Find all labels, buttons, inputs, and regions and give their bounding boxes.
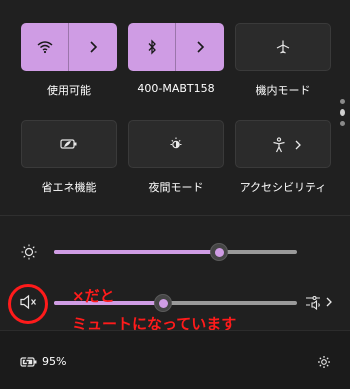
chevron-right-icon [295, 140, 301, 150]
bluetooth-expand[interactable] [176, 23, 224, 71]
wifi-toggle[interactable] [21, 23, 69, 71]
wifi-icon [37, 41, 52, 54]
page-dot-active[interactable] [340, 109, 345, 116]
audio-output-button[interactable] [305, 294, 333, 310]
battery-saver-label: 省エネ機能 [41, 181, 97, 194]
wifi-label: 使用可能 [47, 84, 91, 97]
quick-settings-panel: 使用可能 400-MABT158 機内モード 省エネ機能 夜間モード アクセシビ… [0, 0, 350, 389]
wifi-tile[interactable] [21, 23, 117, 71]
gear-icon[interactable] [317, 355, 331, 369]
battery-charging-icon [20, 355, 37, 368]
accessibility-expand[interactable] [290, 121, 330, 169]
wifi-expand[interactable] [69, 23, 117, 71]
accessibility-icon [273, 137, 285, 153]
page-dot[interactable] [340, 99, 345, 104]
accessibility-tile[interactable] [235, 120, 331, 168]
annotation-circle [8, 284, 48, 324]
night-light-icon [170, 137, 182, 149]
page-dot[interactable] [340, 121, 345, 126]
airplane-mode-tile[interactable] [235, 23, 331, 71]
divider [0, 215, 350, 216]
airplane-mode-label: 機内モード [255, 84, 311, 97]
page-indicator[interactable] [340, 99, 346, 131]
brightness-fill [54, 250, 220, 254]
brightness-row [0, 235, 350, 269]
sun-icon [21, 244, 37, 260]
chevron-right-icon [326, 297, 332, 307]
annotation-line-1: ×だと [72, 287, 115, 305]
quick-actions-grid: 使用可能 400-MABT158 機内モード 省エネ機能 夜間モード アクセシビ… [0, 0, 350, 215]
volume-thumb[interactable] [154, 294, 173, 312]
chevron-right-icon [90, 41, 98, 53]
night-light-label: 夜間モード [148, 181, 204, 194]
battery-saver-icon [60, 139, 77, 149]
audio-output-icon [306, 295, 320, 310]
bluetooth-label: 400-MABT158 [137, 82, 215, 95]
airplane-icon [276, 40, 290, 54]
battery-saver-tile[interactable] [21, 120, 117, 168]
chevron-right-icon [197, 41, 205, 53]
accessibility-toggle[interactable] [236, 121, 290, 169]
battery-percent: 95% [42, 355, 67, 368]
night-light-tile[interactable] [128, 120, 224, 168]
battery-status[interactable]: 95% [20, 355, 66, 368]
bluetooth-toggle[interactable] [128, 23, 176, 71]
footer-bar: 95% [0, 330, 350, 389]
accessibility-label: アクセシビリティ [239, 181, 327, 194]
bluetooth-tile[interactable] [128, 23, 224, 71]
brightness-slider[interactable] [54, 250, 297, 254]
bluetooth-icon [148, 39, 156, 55]
brightness-thumb[interactable] [210, 243, 229, 261]
